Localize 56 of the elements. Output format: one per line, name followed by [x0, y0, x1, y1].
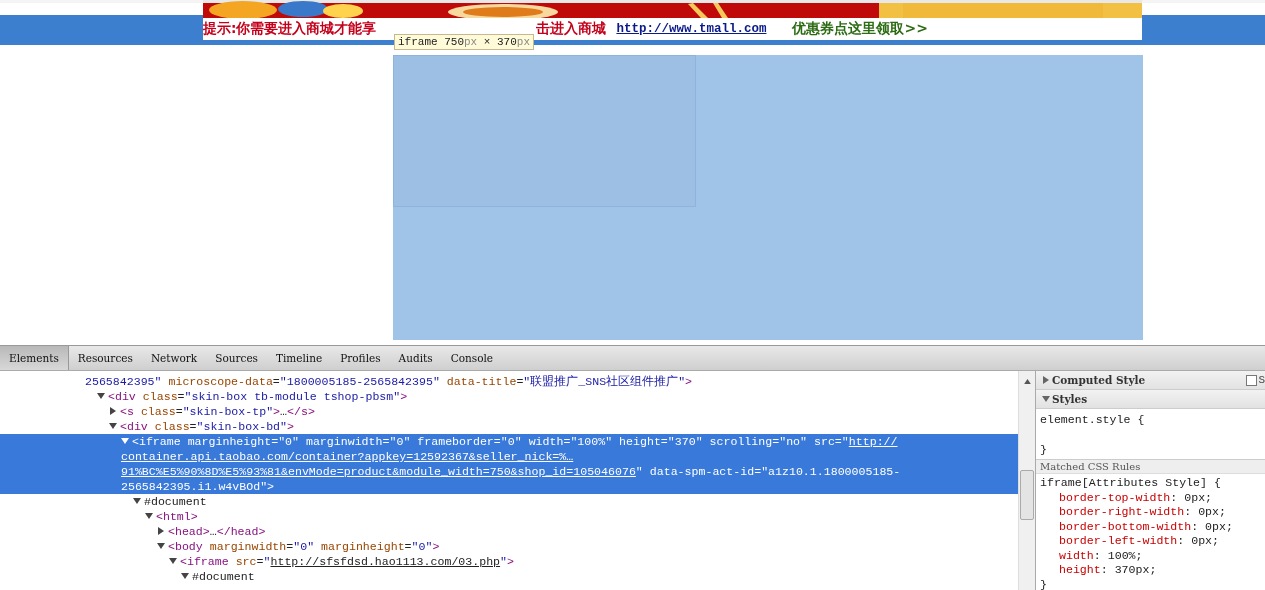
css-property: height: 370px;: [1058, 563, 1158, 578]
panel-tab[interactable]: Network: [141, 346, 207, 370]
selected-dom-node[interactable]: <iframe marginheight="0" marginwidth="0" frameborder="0" width="100%" height="370" scrolling="no" src="http:// container.api.taobao.com/container?appkey=12592367&seller_nick=%… 91%BC%E5%90%8D%E5%93%81&envMode=product&module_width=750&shop_id=105046076" data-spm-act-id="a1z10.1.1800005185- 2565842395.i1.w4vBOd">: [0, 434, 1018, 494]
scroll-thumb[interactable]: [1020, 470, 1034, 520]
panel-tab[interactable]: Timeline: [267, 346, 332, 370]
dom-node[interactable]: <html>: [0, 509, 1018, 524]
panel-tab[interactable]: Resources: [68, 346, 142, 370]
css-property: border-bottom-width: 0px;: [1058, 519, 1234, 534]
css-property: border-top-width: 0px;: [1058, 490, 1214, 505]
disclosure-triangle-icon[interactable]: [181, 572, 189, 580]
section-header[interactable]: Styles: [1036, 390, 1265, 409]
section-header[interactable]: Computed Style S: [1036, 371, 1265, 390]
disclosure-triangle-icon[interactable]: [1042, 376, 1050, 384]
scrollbar[interactable]: [1018, 371, 1035, 590]
section-title: Styles: [1052, 393, 1088, 405]
dom-node[interactable]: <s class="skin-box-tp">…</s>: [0, 404, 1018, 419]
disclosure-triangle-icon[interactable]: [157, 542, 165, 550]
dom-node[interactable]: #document: [0, 494, 1018, 509]
css-property: border-right-width: 0px;: [1058, 505, 1227, 520]
panel-tab[interactable]: Console: [441, 346, 503, 370]
checkbox[interactable]: [1246, 374, 1258, 386]
panel-tab[interactable]: Sources: [206, 346, 267, 370]
panel-tab[interactable]: Elements: [0, 346, 69, 370]
size-tooltip: iframe 750px × 370px: [394, 34, 535, 50]
notice-text: 击进入商城: [536, 20, 607, 38]
dom-node[interactable]: <iframe src="http://sfsfdsd.hao1113.com/03.php">: [0, 554, 1018, 569]
dom-node[interactable]: <body marginwidth="0" marginheight="0">: [0, 539, 1018, 554]
notice-text: 提示:你需要进入商城才能享: [203, 20, 377, 38]
disclosure-triangle-icon[interactable]: [97, 392, 105, 400]
css-selector: element.style {: [1040, 412, 1146, 427]
disclosure-triangle-icon[interactable]: [157, 527, 165, 535]
dom-node[interactable]: <head>…</head>: [0, 524, 1018, 539]
dom-node[interactable]: #document: [0, 569, 1018, 584]
dom-node[interactable]: <div class="skin-box-bd">: [0, 419, 1018, 434]
disclosure-triangle-icon[interactable]: [133, 497, 141, 505]
disclosure-triangle-icon[interactable]: [1042, 395, 1050, 403]
disclosure-triangle-icon[interactable]: [109, 422, 117, 430]
section-title: Computed Style: [1052, 374, 1146, 386]
css-property: width: 100%;: [1058, 548, 1144, 563]
css-property: border-left-width: 0px;: [1058, 534, 1221, 549]
coupon-link[interactable]: 优惠券点这里领取>>: [792, 20, 928, 38]
disclosure-triangle-icon[interactable]: [121, 437, 129, 445]
dom-node[interactable]: <div class="skin-box tb-module tshop-pbsm">: [0, 389, 1018, 404]
matched-rules-header: Matched CSS Rules: [1036, 459, 1265, 474]
panel-tab[interactable]: Audits: [389, 346, 442, 370]
panel-tab[interactable]: Profiles: [331, 346, 390, 370]
tmall-link[interactable]: http://www.tmall.com: [616, 22, 767, 36]
css-brace: }: [1040, 577, 1048, 590]
disclosure-triangle-icon[interactable]: [169, 557, 177, 565]
css-selector: iframe[Attributes Style] {: [1040, 476, 1222, 491]
css-brace: }: [1040, 442, 1048, 457]
dom-node[interactable]: 2565842395" microscope-data="1800005185-2565842395" data-title="联盟推广_SNS社区组件推广">: [0, 374, 1018, 389]
disclosure-triangle-icon[interactable]: [109, 407, 117, 415]
scroll-up-icon[interactable]: [1023, 379, 1031, 384]
disclosure-triangle-icon[interactable]: [145, 512, 153, 520]
checkbox-label: S: [1258, 374, 1265, 386]
